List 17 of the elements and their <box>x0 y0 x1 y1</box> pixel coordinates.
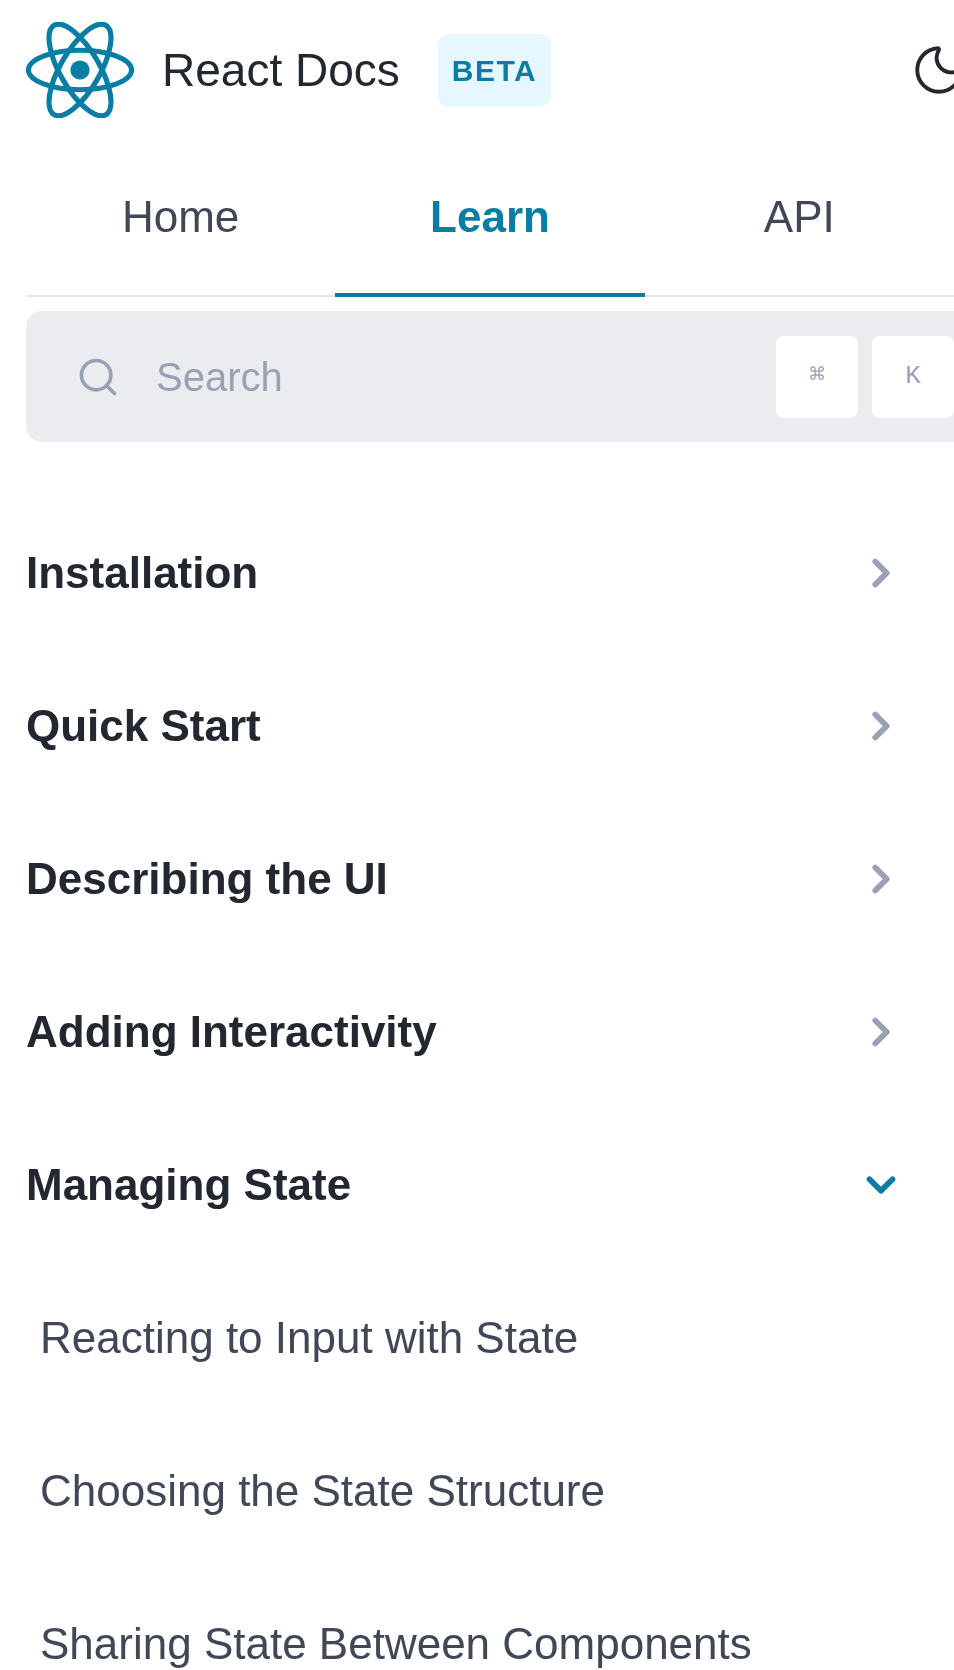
site-title[interactable]: React Docs <box>162 35 400 105</box>
nav-tab[interactable]: API <box>644 140 954 297</box>
nav-section[interactable]: Installation <box>0 496 954 649</box>
nav-tab[interactable]: Learn <box>335 140 645 297</box>
react-logo-icon[interactable] <box>26 22 134 118</box>
nav-section[interactable]: Adding Interactivity <box>0 955 954 1108</box>
beta-badge: BETA <box>437 33 552 107</box>
nav-item[interactable]: Sharing State Between Components <box>0 1567 954 1670</box>
nav-tab[interactable]: Home <box>26 140 336 297</box>
search-placeholder: Search <box>156 353 284 401</box>
nav-section[interactable]: Describing the UI <box>0 802 954 955</box>
nav-item[interactable]: Choosing the State Structure <box>0 1414 954 1567</box>
shortcut-key: ⌘ <box>776 335 858 418</box>
nav-section[interactable]: Quick Start <box>0 649 954 802</box>
nav-section[interactable]: Managing State <box>0 1108 954 1261</box>
shortcut-key: K <box>872 335 954 418</box>
nav-item[interactable]: Reacting to Input with State <box>0 1261 954 1414</box>
